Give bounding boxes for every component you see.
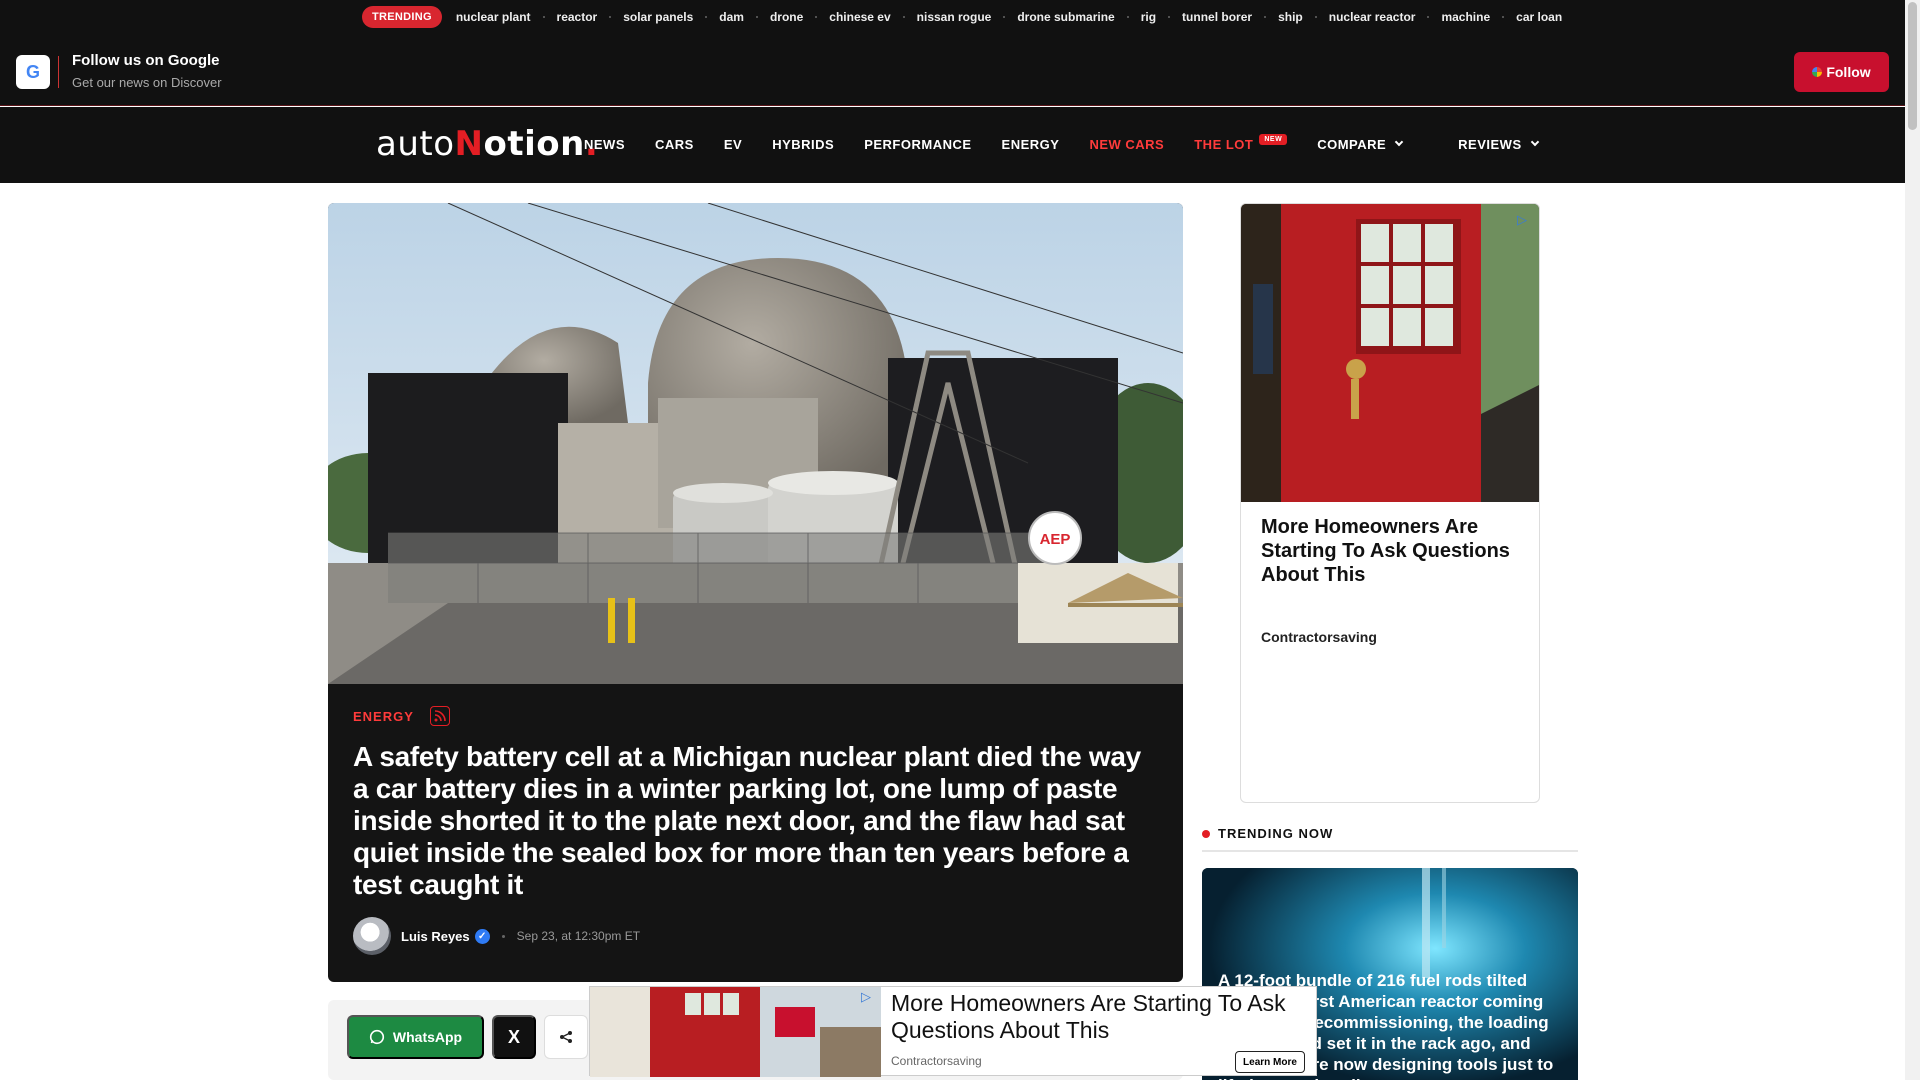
category-link[interactable]: ENERGY: [353, 709, 414, 724]
scrollbar-thumb[interactable]: [1908, 2, 1917, 130]
google-follow-bar: G Follow us on Google Get our news on Di…: [0, 38, 1905, 106]
google-logo-icon: G: [16, 55, 50, 89]
trending-link[interactable]: nuclear reactor: [1329, 10, 1430, 24]
whatsapp-share-button[interactable]: WhatsApp: [347, 1015, 484, 1059]
google-follow-subtitle: Get our news on Discover: [72, 75, 222, 90]
trending-link[interactable]: reactor: [557, 10, 612, 24]
chevron-down-icon: [1530, 137, 1539, 146]
google-follow-title: Follow us on Google: [72, 52, 220, 69]
trending-link[interactable]: drone: [770, 10, 818, 24]
learn-more-button[interactable]: Learn More: [1235, 1051, 1305, 1073]
trending-badge: TRENDING: [362, 6, 442, 28]
chevron-down-icon: [1394, 137, 1404, 146]
nav-item-compare[interactable]: COMPARE: [1317, 137, 1404, 152]
trending-link[interactable]: car loan: [1516, 10, 1562, 24]
ad-image: ▷: [1241, 204, 1539, 502]
nav-item-cars[interactable]: CARS: [655, 137, 694, 152]
trending-link[interactable]: machine: [1441, 10, 1505, 24]
x-icon: X: [507, 1026, 520, 1047]
trending-link[interactable]: ship: [1278, 10, 1317, 24]
trending-now-header: TRENDING NOW: [1202, 826, 1578, 852]
trending-link[interactable]: tunnel borer: [1182, 10, 1267, 24]
trending-now: TRENDING NOW A 12-foot bundle of 216 fue…: [1202, 826, 1578, 1080]
ad-image: ▷: [590, 987, 881, 1077]
divider: [58, 56, 59, 88]
nav-item-the-lot[interactable]: THE LOT NEW: [1194, 134, 1288, 152]
trending-link[interactable]: nissan rogue: [917, 10, 1006, 24]
bullet-icon: [1202, 829, 1210, 838]
trending-link[interactable]: solar panels: [623, 10, 708, 24]
trending-link[interactable]: rig: [1141, 10, 1171, 24]
author-name[interactable]: Luis Reyes: [401, 929, 470, 944]
ad-title[interactable]: More Homeowners Are Starting To Ask Ques…: [891, 990, 1311, 1044]
hero-image: AEP: [328, 203, 1183, 684]
author-avatar[interactable]: [353, 917, 391, 955]
article-headline: A safety battery cell at a Michigan nucl…: [353, 741, 1141, 900]
main-nav: autoNotion. NEWS CARS EV HYBRIDS PERFORM…: [0, 107, 1905, 183]
x-share-button[interactable]: X: [492, 1015, 536, 1059]
ad-title[interactable]: More Homeowners Are Starting To Ask Ques…: [1261, 515, 1521, 587]
follow-button[interactable]: Follow: [1794, 52, 1889, 92]
scrollbar[interactable]: [1905, 0, 1920, 1080]
nav-item-reviews[interactable]: REVIEWS: [1458, 137, 1539, 152]
rss-icon[interactable]: [429, 706, 450, 726]
trending-link[interactable]: nuclear plant: [456, 10, 545, 24]
ad-choices-icon[interactable]: ▷: [1517, 212, 1531, 227]
trending-bar: TRENDING nuclear plant reactor solar pan…: [0, 0, 1905, 38]
trending-link[interactable]: chinese ev: [829, 10, 905, 24]
nav-item-energy[interactable]: ENERGY: [1002, 137, 1060, 152]
article-card: AEP ENERGY A safety battery cell at a Mi…: [328, 203, 1183, 982]
whatsapp-icon: [369, 1029, 384, 1045]
site-logo[interactable]: autoNotion.: [376, 124, 598, 164]
nav-item-performance[interactable]: PERFORMANCE: [864, 137, 971, 152]
google-icon: [1812, 67, 1823, 77]
nav-menu: NEWS CARS EV HYBRIDS PERFORMANCE ENERGY …: [584, 134, 1568, 152]
nav-item-ev[interactable]: EV: [724, 137, 742, 152]
ad-source: Contractorsaving: [891, 1054, 982, 1068]
nav-item-hybrids[interactable]: HYBRIDS: [772, 137, 834, 152]
nav-item-news[interactable]: NEWS: [584, 137, 625, 152]
aep-sign: AEP: [1040, 531, 1071, 548]
trending-list: TRENDING nuclear plant reactor solar pan…: [362, 6, 1574, 28]
share-icon[interactable]: [544, 1015, 588, 1059]
publish-date: Sep 23, at 12:30pm ET: [516, 929, 641, 943]
article-meta: ENERGY: [353, 706, 450, 726]
trending-link[interactable]: dam: [719, 10, 758, 24]
ad-choices-icon[interactable]: ▷: [861, 989, 875, 1004]
trending-link[interactable]: drone submarine: [1017, 10, 1129, 24]
nav-item-new-cars[interactable]: NEW CARS: [1089, 137, 1164, 152]
byline: Luis Reyes ✓ Sep 23, at 12:30pm ET: [353, 917, 640, 955]
separator-dot: [501, 934, 505, 938]
new-badge: NEW: [1259, 134, 1288, 145]
verified-icon: ✓: [474, 928, 490, 944]
sidebar-ad[interactable]: ▷ More Homeowners Are Starting To Ask Qu…: [1240, 203, 1540, 803]
ad-source: Contractorsaving: [1261, 629, 1377, 645]
bottom-sticky-ad[interactable]: ▷ More Homeowners Are Starting To Ask Qu…: [589, 986, 1317, 1077]
